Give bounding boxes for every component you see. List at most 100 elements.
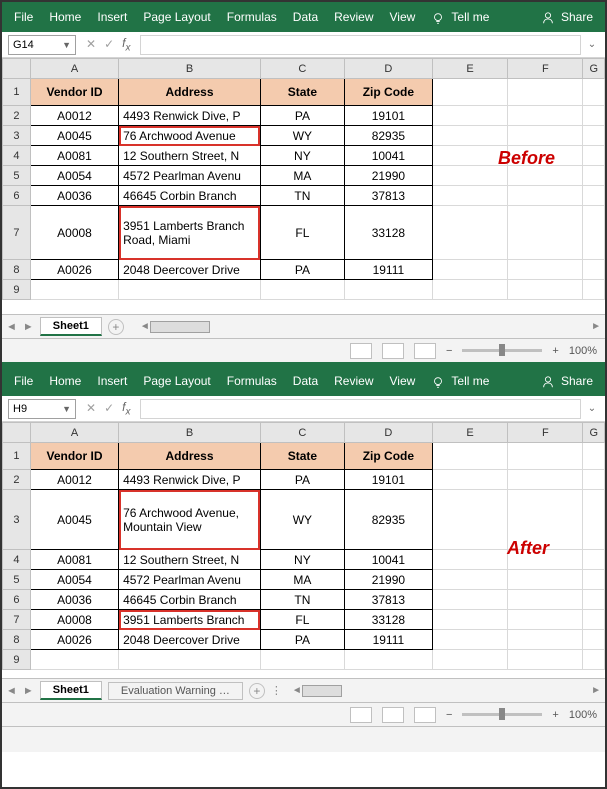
scrollbar-thumb[interactable] — [150, 321, 210, 333]
cell[interactable]: A0045 — [30, 126, 118, 146]
cell[interactable]: A0036 — [30, 186, 118, 206]
zoom-slider[interactable] — [462, 713, 542, 716]
ribbon-file[interactable]: File — [6, 366, 41, 396]
cell[interactable]: PA — [260, 630, 344, 650]
cell[interactable]: MA — [260, 570, 344, 590]
cell[interactable]: WY — [260, 126, 344, 146]
col-header-a[interactable]: A — [30, 59, 118, 79]
cell[interactable]: A0054 — [30, 166, 118, 186]
scrollbar-thumb[interactable] — [302, 685, 342, 697]
col-header-g[interactable]: G — [583, 59, 605, 79]
header-address[interactable]: Address — [119, 443, 261, 470]
formula-bar[interactable] — [140, 35, 581, 55]
cell[interactable]: 12 Southern Street, N — [119, 146, 261, 166]
cell[interactable] — [432, 630, 507, 650]
col-header-f[interactable]: F — [508, 59, 583, 79]
cell[interactable] — [508, 650, 583, 670]
normal-view-icon[interactable] — [350, 343, 372, 359]
cell[interactable] — [432, 106, 507, 126]
cell[interactable] — [432, 650, 507, 670]
cell[interactable]: 46645 Corbin Branch — [119, 590, 261, 610]
ribbon-formulas[interactable]: Formulas — [219, 2, 285, 32]
cell[interactable]: 19111 — [344, 630, 432, 650]
fx-icon[interactable]: fx — [122, 36, 130, 53]
cell[interactable] — [508, 470, 583, 490]
cell[interactable] — [583, 206, 605, 260]
cell[interactable]: A0026 — [30, 630, 118, 650]
col-header-d[interactable]: D — [344, 59, 432, 79]
page-break-view-icon[interactable] — [414, 707, 436, 723]
sheet-tab[interactable]: Sheet1 — [40, 681, 102, 700]
cell[interactable] — [30, 280, 118, 300]
ribbon-home[interactable]: Home — [41, 2, 89, 32]
row-header[interactable]: 8 — [3, 260, 31, 280]
cell[interactable] — [583, 126, 605, 146]
cell[interactable] — [583, 570, 605, 590]
col-header-g[interactable]: G — [583, 423, 605, 443]
cell[interactable]: 37813 — [344, 186, 432, 206]
cell[interactable]: A0008 — [30, 206, 118, 260]
cell[interactable] — [432, 610, 507, 630]
cell[interactable] — [344, 650, 432, 670]
cell[interactable] — [432, 590, 507, 610]
cell[interactable]: 82935 — [344, 490, 432, 550]
ribbon-formulas[interactable]: Formulas — [219, 366, 285, 396]
cell[interactable]: MA — [260, 166, 344, 186]
cell[interactable]: 37813 — [344, 590, 432, 610]
row-header[interactable]: 8 — [3, 630, 31, 650]
col-header-e[interactable]: E — [432, 59, 507, 79]
cell[interactable] — [583, 260, 605, 280]
cell[interactable]: 33128 — [344, 610, 432, 630]
horizontal-scrollbar[interactable]: ◄ ► — [140, 320, 601, 334]
cell[interactable]: FL — [260, 610, 344, 630]
row-header[interactable]: 1 — [3, 443, 31, 470]
zoom-out-icon[interactable]: − — [446, 345, 452, 357]
cell[interactable]: 4493 Renwick Dive, P — [119, 470, 261, 490]
cell[interactable] — [583, 490, 605, 550]
select-all-corner[interactable] — [3, 423, 31, 443]
cell[interactable] — [583, 79, 605, 106]
cell[interactable]: 10041 — [344, 146, 432, 166]
worksheet-before[interactable]: Before A B C D E F G 1 Vendor ID Address… — [2, 58, 605, 314]
ribbon-insert[interactable]: Insert — [89, 366, 135, 396]
row-header[interactable]: 4 — [3, 550, 31, 570]
ribbon-tellme[interactable]: Tell me — [423, 2, 497, 32]
cell[interactable] — [583, 630, 605, 650]
cell[interactable] — [508, 443, 583, 470]
header-zip[interactable]: Zip Code — [344, 443, 432, 470]
cell[interactable] — [583, 106, 605, 126]
cell-highlighted[interactable]: 3951 Lamberts Branch — [119, 610, 261, 630]
cell[interactable] — [583, 280, 605, 300]
cell[interactable] — [508, 186, 583, 206]
cell[interactable] — [583, 590, 605, 610]
ribbon-review[interactable]: Review — [326, 366, 381, 396]
ribbon-tellme[interactable]: Tell me — [423, 366, 497, 396]
cell[interactable]: A0045 — [30, 490, 118, 550]
sheet-tab-warning[interactable]: Evaluation Warning … — [108, 682, 243, 700]
add-sheet-icon[interactable]: + — [108, 319, 124, 335]
zoom-level[interactable]: 100% — [569, 345, 597, 357]
cell[interactable] — [432, 206, 507, 260]
zoom-out-icon[interactable]: − — [446, 709, 452, 721]
cancel-icon[interactable]: ✕ — [86, 37, 96, 51]
row-header[interactable]: 5 — [3, 166, 31, 186]
ribbon-page-layout[interactable]: Page Layout — [135, 366, 218, 396]
row-header[interactable]: 7 — [3, 206, 31, 260]
cell[interactable]: 4572 Pearlman Avenu — [119, 166, 261, 186]
horizontal-scrollbar[interactable]: ◄ ► — [292, 684, 601, 698]
cell[interactable]: A0081 — [30, 550, 118, 570]
enter-icon[interactable]: ✓ — [104, 37, 114, 51]
tab-nav-next-icon[interactable]: ► — [23, 321, 34, 333]
cell[interactable]: A0054 — [30, 570, 118, 590]
cell[interactable] — [432, 260, 507, 280]
cell[interactable] — [508, 79, 583, 106]
formula-bar[interactable] — [140, 399, 581, 419]
header-zip[interactable]: Zip Code — [344, 79, 432, 106]
cell[interactable]: 19111 — [344, 260, 432, 280]
cell[interactable] — [432, 146, 507, 166]
fx-icon[interactable]: fx — [122, 400, 130, 417]
cell[interactable]: WY — [260, 490, 344, 550]
add-sheet-icon[interactable]: + — [249, 683, 265, 699]
cell[interactable] — [508, 610, 583, 630]
row-header[interactable]: 9 — [3, 650, 31, 670]
